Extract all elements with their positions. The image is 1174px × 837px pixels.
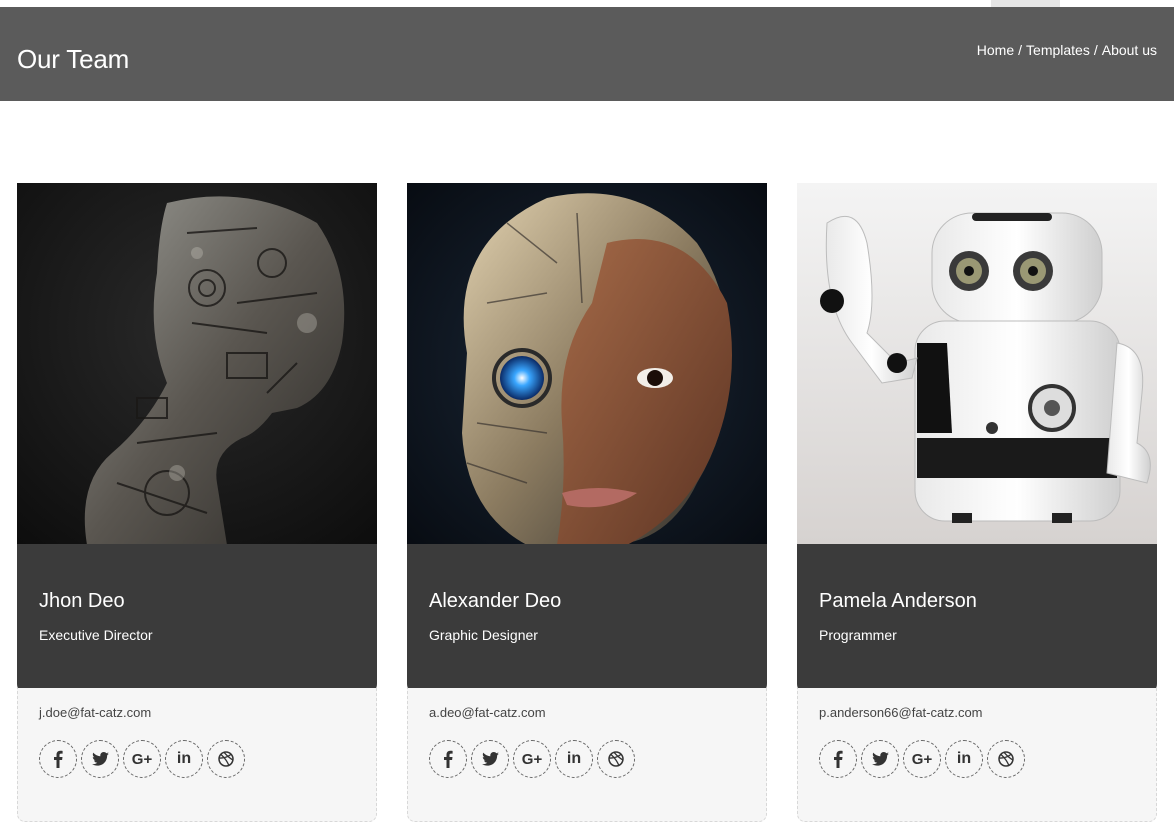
social-links: G+ in [819,740,1025,778]
team-member-info: Alexander Deo Graphic Designer [407,544,767,694]
breadcrumb-separator: / [1093,42,1098,58]
twitter-icon[interactable] [81,740,119,778]
facebook-icon[interactable] [429,740,467,778]
breadcrumb: Home / Templates / About us [977,42,1157,58]
team-member-photo [797,183,1157,545]
team-member-name: Pamela Anderson [819,590,977,612]
page-header: Our Team Home / Templates / About us [0,7,1174,101]
team-member-email[interactable]: j.doe@fat-catz.com [39,705,151,720]
team-member-name: Jhon Deo [39,590,125,612]
breadcrumb-home-link[interactable]: Home [977,42,1014,58]
linkedin-icon[interactable]: in [165,740,203,778]
team-grid: Jhon Deo Executive Director j.doe@fat-ca… [17,183,1157,823]
team-card: Jhon Deo Executive Director j.doe@fat-ca… [17,183,377,822]
team-member-contact: a.deo@fat-catz.com G+ in [407,688,767,822]
linkedin-icon[interactable]: in [555,740,593,778]
dribbble-icon[interactable] [597,740,635,778]
team-member-info: Jhon Deo Executive Director [17,544,377,694]
facebook-icon[interactable] [39,740,77,778]
dribbble-icon[interactable] [207,740,245,778]
google-plus-icon[interactable]: G+ [123,740,161,778]
twitter-icon[interactable] [861,740,899,778]
google-plus-icon[interactable]: G+ [903,740,941,778]
team-member-contact: p.anderson66@fat-catz.com G+ in [797,688,1157,822]
social-links: G+ in [429,740,635,778]
team-member-email[interactable]: p.anderson66@fat-catz.com [819,705,983,720]
team-member-email[interactable]: a.deo@fat-catz.com [429,705,546,720]
page-title: Our Team [17,44,130,74]
dribbble-icon[interactable] [987,740,1025,778]
team-member-name: Alexander Deo [429,590,562,612]
team-member-photo [17,183,377,545]
linkedin-icon[interactable]: in [945,740,983,778]
google-plus-icon[interactable]: G+ [513,740,551,778]
team-card: Pamela Anderson Programmer p.anderson66@… [797,183,1157,822]
team-member-photo [407,183,767,545]
breadcrumb-templates-link[interactable]: Templates [1026,42,1090,58]
social-links: G+ in [39,740,245,778]
team-member-role: Executive Director [39,627,153,643]
team-member-role: Programmer [819,627,897,643]
team-member-contact: j.doe@fat-catz.com G+ in [17,688,377,822]
top-strip [0,0,1174,7]
top-tab [991,0,1060,7]
facebook-icon[interactable] [819,740,857,778]
team-member-info: Pamela Anderson Programmer [797,544,1157,694]
team-member-role: Graphic Designer [429,627,538,643]
breadcrumb-current: About us [1101,42,1157,58]
twitter-icon[interactable] [471,740,509,778]
breadcrumb-separator: / [1018,42,1023,58]
team-card: Alexander Deo Graphic Designer a.deo@fat… [407,183,767,822]
